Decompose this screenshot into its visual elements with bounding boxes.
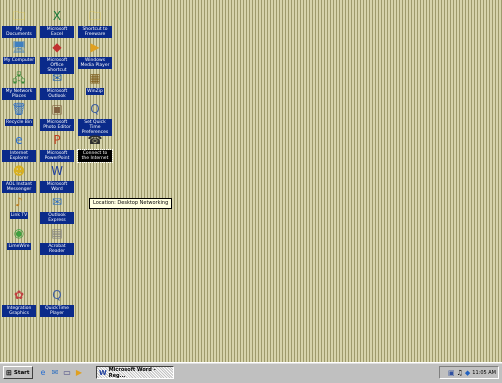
desktop-icon-glyph: 🗀 bbox=[88, 9, 101, 23]
desktop-icon-3[interactable]: 🗑 Recycle Bin bbox=[2, 101, 36, 126]
desktop-icon-6[interactable]: ♪ Link TV bbox=[2, 194, 36, 219]
desktop-icon-glyph: ✉ bbox=[51, 195, 63, 209]
desktop-icon-label: My Computer bbox=[2, 57, 36, 64]
desktop-icon-4[interactable]: e Internet Explorer bbox=[2, 132, 36, 162]
desktop-icon-9[interactable]: X Microsoft Excel bbox=[40, 8, 74, 38]
system-tray: ▣ ♫ ◆ 11:05 AM bbox=[439, 366, 499, 379]
desktop-icon-13[interactable]: P Microsoft PowerPoint bbox=[40, 132, 74, 162]
desktop-icon-glyph: 🖧 bbox=[12, 71, 26, 85]
desktop-icon-7[interactable]: ◉ LimeWire bbox=[2, 225, 36, 250]
desktop-icon-label: Microsoft Photo Editor bbox=[40, 119, 74, 131]
task-button-word[interactable]: W Microsoft Word - Reg... bbox=[96, 366, 174, 379]
desktop-icon-label: Link TV bbox=[9, 212, 29, 219]
desktop-icon-19[interactable]: ▶ Windows Media Player bbox=[78, 39, 112, 69]
volume-icon[interactable]: ♫ bbox=[457, 369, 463, 377]
desktop-icon-label: AOL Instant Messenger bbox=[2, 181, 36, 193]
desktop-icon-label: Windows Media Player bbox=[78, 57, 112, 69]
desktop-icon-15[interactable]: ✉ Outlook Express bbox=[40, 194, 74, 224]
desktop-icon-label: Shortcut to Freeware bbox=[78, 26, 112, 38]
desktop-icon-22[interactable]: ☎ Connect to the Internet bbox=[77, 132, 113, 163]
desktop-icon-label: Integration Graphics bbox=[2, 305, 36, 317]
desktop-icon-label: WinZip bbox=[86, 88, 104, 95]
desktop-icon-21[interactable]: Q Set Quick Time Preferences bbox=[78, 101, 112, 136]
desktop-icon-11[interactable]: ✉ Microsoft Outlook bbox=[40, 70, 74, 100]
desktop-icon-1[interactable]: 🖥 My Computer bbox=[2, 39, 36, 64]
desktop-icon-label: Microsoft PowerPoint bbox=[40, 150, 74, 162]
desktop-icon-8[interactable]: ✿ Integration Graphics bbox=[2, 287, 36, 317]
desktop-icon-glyph: 🗑 bbox=[11, 102, 27, 116]
desktop-icon-2[interactable]: 🖧 My Network Places bbox=[2, 70, 36, 100]
word-icon: W bbox=[99, 368, 107, 377]
desktop-icon-glyph: ☻ bbox=[12, 164, 26, 178]
desktop-icon-20[interactable]: ▦ WinZip bbox=[78, 70, 112, 95]
task-label: Microsoft Word - Reg... bbox=[108, 366, 156, 379]
desktop-icon-label: Internet Explorer bbox=[2, 150, 36, 162]
network-icon[interactable]: ▣ bbox=[448, 369, 455, 377]
desktop-icon-label: My Documents bbox=[2, 26, 36, 38]
desktop-icon-glyph: ☎ bbox=[87, 133, 103, 147]
desktop-icon-label: Connect to the Internet bbox=[77, 149, 113, 163]
desktop-icon-glyph: 🗀 bbox=[12, 9, 25, 23]
desktop-icon-0[interactable]: 🗀 My Documents bbox=[2, 8, 36, 38]
desktop-icon-label: Recycle Bin bbox=[5, 119, 33, 126]
desktop: 🗀 My Documents 🖥 My Computer 🖧 My Network Pla… bbox=[0, 0, 502, 362]
desktop-icon-label: LimeWire bbox=[7, 243, 31, 250]
media-icon[interactable]: ▶ bbox=[74, 368, 84, 378]
taskbar: ⊞ Start e ✉ ▭ ▶ W Microsoft Word - Reg..… bbox=[0, 362, 502, 383]
desktop-icon-glyph: P bbox=[53, 133, 61, 147]
desktop-icon-glyph: ✿ bbox=[13, 288, 25, 302]
desktop-icon-label: Microsoft Word bbox=[40, 181, 74, 193]
tooltip: Location: Desktop Networking bbox=[89, 198, 173, 209]
desktop-icon-glyph: ▦ bbox=[89, 71, 101, 85]
desktop-icon-label: Microsoft Excel bbox=[40, 26, 74, 38]
desktop-icon-glyph: Q bbox=[52, 288, 62, 302]
desktop-icon-glyph: 🖥 bbox=[11, 40, 27, 54]
desktop-icon-14[interactable]: W Microsoft Word bbox=[40, 163, 74, 193]
quick-launch-bar: e ✉ ▭ ▶ bbox=[38, 367, 84, 379]
desktop-icon-label: QuickTime Player bbox=[40, 305, 74, 317]
desktop-icon-16[interactable]: ▤ Acrobat Reader bbox=[40, 225, 74, 255]
desktop-icon-glyph: ▣ bbox=[51, 102, 63, 116]
antivirus-icon[interactable]: ◆ bbox=[465, 369, 470, 377]
desktop-icon-18[interactable]: 🗀 Shortcut to Freeware bbox=[78, 8, 112, 38]
desktop-icon-10[interactable]: ◆ Microsoft Office Shortcut bbox=[40, 39, 74, 74]
desktop-icon[interactable]: ▭ bbox=[62, 368, 72, 378]
desktop-icon-glyph: ✉ bbox=[51, 71, 63, 85]
desktop-icon-label: My Network Places bbox=[2, 88, 36, 100]
desktop-icon-glyph: W bbox=[51, 164, 63, 178]
desktop-icon-glyph: ▤ bbox=[51, 226, 63, 240]
desktop-icon-glyph: X bbox=[52, 9, 62, 23]
ie-icon[interactable]: e bbox=[38, 368, 48, 378]
start-label: Start bbox=[13, 369, 30, 376]
desktop-icon-17[interactable]: Q QuickTime Player bbox=[40, 287, 74, 317]
desktop-icon-glyph: e bbox=[15, 133, 23, 147]
desktop-icon-label: Outlook Express bbox=[40, 212, 74, 224]
desktop-icon-glyph: ◉ bbox=[13, 226, 25, 240]
desktop-icon-label: Microsoft Outlook bbox=[40, 88, 74, 100]
outlook-icon[interactable]: ✉ bbox=[50, 368, 60, 378]
windows-logo-icon: ⊞ bbox=[6, 368, 12, 377]
desktop-icon-glyph: ♪ bbox=[15, 195, 23, 209]
desktop-icon-glyph: Q bbox=[90, 102, 100, 116]
desktop-icon-12[interactable]: ▣ Microsoft Photo Editor bbox=[40, 101, 74, 131]
desktop-icon-glyph: ◆ bbox=[52, 40, 62, 54]
desktop-icon-glyph: ▶ bbox=[90, 40, 100, 54]
clock: 11:05 AM bbox=[472, 369, 496, 376]
start-button[interactable]: ⊞ Start bbox=[3, 366, 33, 379]
desktop-icon-5[interactable]: ☻ AOL Instant Messenger bbox=[2, 163, 36, 193]
desktop-icon-label: Acrobat Reader bbox=[40, 243, 74, 255]
